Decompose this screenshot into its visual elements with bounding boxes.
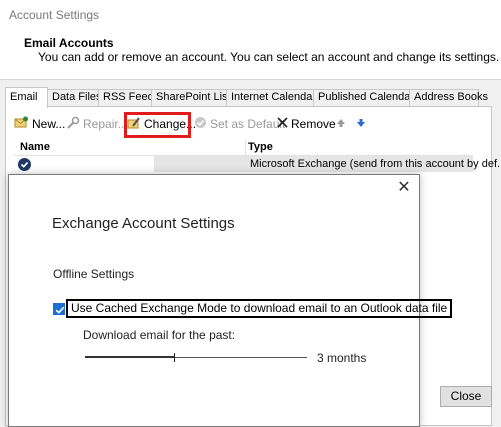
tab-rss-feeds[interactable]: RSS Feeds [98,89,159,106]
tab-data-files[interactable]: Data Files [47,89,102,106]
move-up-button[interactable] [336,115,349,133]
column-name[interactable]: Name [20,141,50,153]
tab-published-calendars[interactable]: Published Calendars [313,89,420,106]
repair-button-label: Repair... [83,117,128,131]
email-accounts-header: Email Accounts You can add or remove an … [0,30,501,80]
tab-sharepoint-lists[interactable]: SharePoint Lists [151,89,236,106]
move-down-button[interactable] [356,115,369,133]
download-period-label: Download email for the past: [83,328,236,342]
header-description: You can add or remove an account. You ca… [38,50,500,64]
arrow-down-icon [356,117,366,131]
set-default-button[interactable]: Set as Default [194,115,285,133]
window-title: Account Settings [9,8,100,22]
new-button[interactable]: New... [14,115,65,133]
arrow-up-icon [336,117,346,131]
close-button[interactable]: Close [440,386,492,407]
dialog-close-icon[interactable]: ✕ [395,179,413,197]
set-default-label: Set as Default [210,117,286,131]
checkmark-circle-icon [194,116,207,132]
title-bar: Account Settings [0,0,501,30]
column-separator [245,140,246,155]
exchange-account-settings-dialog: ✕ Exchange Account Settings Offline Sett… [8,174,453,427]
slider-fill [85,356,174,358]
wrench-icon [66,116,80,133]
repair-button[interactable]: Repair... [66,115,128,133]
remove-button[interactable]: Remove [277,115,336,133]
cached-mode-checkbox[interactable] [53,303,65,315]
remove-x-icon [277,117,288,131]
accounts-list-header: Name Type [14,140,473,156]
account-row[interactable]: Microsoft Exchange (send from this accou… [14,156,501,172]
cached-mode-label[interactable]: Use Cached Exchange Mode to download ema… [66,299,453,318]
account-type: Microsoft Exchange (send from this accou… [250,158,501,170]
offline-settings-heading: Offline Settings [53,267,135,281]
dialog-title: Exchange Account Settings [52,215,235,232]
download-period-value: 3 months [317,351,367,365]
change-highlight-box [124,112,191,138]
default-account-icon [18,158,31,171]
tab-internet-calendars[interactable]: Internet Calendars [226,89,322,106]
header-title: Email Accounts [24,36,114,50]
tab-email[interactable]: Email [5,87,48,108]
column-type[interactable]: Type [248,141,273,153]
remove-button-label: Remove [291,117,336,131]
tab-address-books[interactable]: Address Books [409,89,488,106]
new-account-icon [14,116,29,133]
download-period-slider[interactable] [85,353,307,362]
slider-thumb[interactable] [174,353,175,362]
new-button-label: New... [32,117,66,131]
